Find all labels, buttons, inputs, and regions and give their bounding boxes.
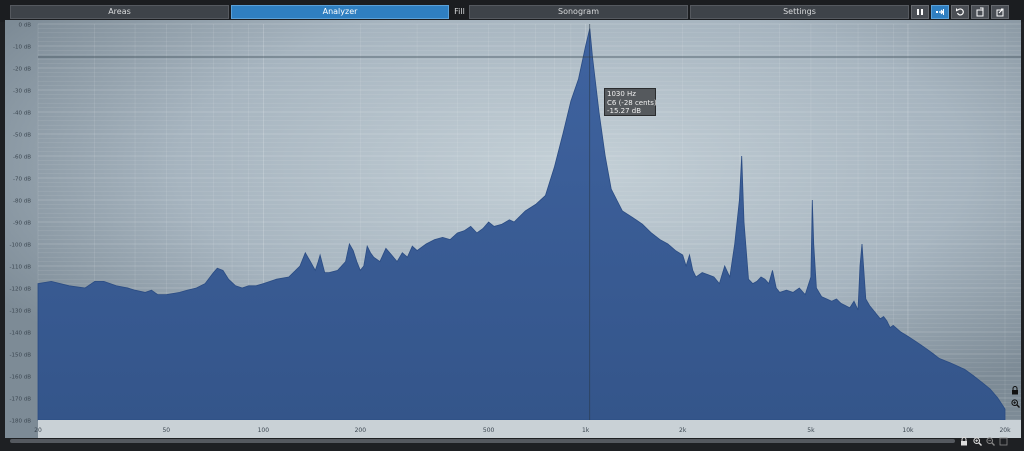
x-tick-label: 1k — [582, 427, 590, 434]
tab-analyzer[interactable]: Analyzer — [231, 5, 449, 19]
x-tick-label: 50 — [162, 427, 170, 434]
y-tick-label: 0 dB — [18, 23, 31, 29]
zoom-in-icon[interactable] — [972, 436, 982, 446]
lock-icon-bottom[interactable] — [959, 436, 969, 446]
y-tick-label: -50 dB — [13, 133, 31, 139]
y-tick-label: -180 dB — [10, 419, 32, 425]
y-tick-label: -110 dB — [10, 265, 32, 271]
y-tick-label: -40 dB — [13, 111, 31, 117]
pause-icon — [917, 9, 923, 15]
fit-icon[interactable] — [998, 436, 1008, 446]
tab-settings[interactable]: Settings — [690, 5, 909, 19]
export-button[interactable] — [991, 5, 1009, 19]
tab-sonogram[interactable]: Sonogram — [469, 5, 688, 19]
x-tick-label: 10k — [902, 427, 914, 434]
spectrum-chart[interactable]: 0 dB -10 dB -20 dB -30 dB -40 dB -50 dB -60 dB… — [5, 20, 1021, 438]
y-tick-label: -160 dB — [10, 375, 32, 381]
zoom-out-icon[interactable] — [985, 436, 995, 446]
freeze-button[interactable] — [931, 5, 949, 19]
y-tick-label: -120 dB — [10, 287, 32, 293]
x-tick-label: 20k — [999, 427, 1011, 434]
fill-button[interactable]: Fill — [452, 5, 467, 19]
freeze-icon — [936, 9, 944, 15]
tab-areas[interactable]: Areas — [10, 5, 229, 19]
y-tick-label: -90 dB — [13, 221, 31, 227]
y-tick-label: -140 dB — [10, 331, 32, 337]
tooltip-level: -15.27 dB — [607, 107, 642, 115]
x-tick-label: 5k — [807, 427, 815, 434]
horizontal-scrollbar[interactable] — [10, 439, 955, 443]
undo-button[interactable] — [971, 5, 989, 19]
y-tick-label: -170 dB — [10, 397, 32, 403]
y-tick-label: -80 dB — [13, 199, 31, 205]
reset-icon — [956, 8, 964, 16]
tooltip-frequency: 1030 Hz — [607, 90, 636, 98]
tooltip-note: C6 (-28 cents) — [607, 98, 657, 107]
y-tick-label: -30 dB — [13, 89, 31, 95]
spectrum-analyzer-panel[interactable]: 0 dB -10 dB -20 dB -30 dB -40 dB -50 dB -60 dB… — [5, 20, 1021, 438]
x-tick-label: 100 — [258, 427, 270, 434]
export-icon — [996, 8, 1004, 17]
x-tick-label: 500 — [483, 427, 495, 434]
top-toolbar: Areas Analyzer Fill Sonogram Settings — [0, 0, 1024, 22]
y-tick-label: -20 dB — [13, 67, 31, 73]
x-tick-label: 2k — [679, 427, 687, 434]
reset-button[interactable] — [951, 5, 969, 19]
x-axis-strip — [38, 420, 1021, 438]
y-tick-label: -130 dB — [10, 309, 32, 315]
y-tick-label: -10 dB — [13, 45, 31, 51]
y-tick-label: -100 dB — [10, 243, 32, 249]
y-tick-label: -60 dB — [13, 155, 31, 161]
x-tick-label: 20 — [34, 427, 42, 434]
y-tick-label: -150 dB — [10, 353, 32, 359]
pause-button[interactable] — [911, 5, 929, 19]
zoom-icon[interactable] — [1010, 398, 1020, 408]
y-tick-label: -70 dB — [13, 177, 31, 183]
undo-icon — [976, 7, 984, 17]
lock-icon[interactable] — [1010, 385, 1020, 395]
x-tick-label: 200 — [355, 427, 367, 434]
frequency-tooltip: 1030 Hz C6 (-28 cents) -15.27 dB — [604, 88, 657, 116]
